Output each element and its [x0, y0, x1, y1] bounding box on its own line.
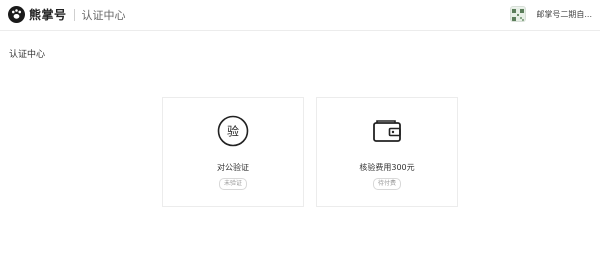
- header-divider: [73, 8, 75, 21]
- avatar[interactable]: [510, 6, 527, 22]
- card-label: 对公验证: [217, 163, 249, 172]
- page-title: 认证中心: [9, 50, 46, 60]
- user-name[interactable]: 邮掌号二期自...: [536, 9, 592, 20]
- status-badge: 未验证: [218, 178, 248, 190]
- paw-logo-icon: [8, 6, 25, 23]
- user-menu[interactable]: 邮掌号二期自...: [510, 6, 592, 22]
- card-verification-fee[interactable]: 核验费用300元 待付费: [316, 97, 458, 207]
- logo-text: 熊掌号: [29, 8, 67, 22]
- verify-seal-icon: 验: [217, 115, 249, 147]
- svg-text:验: 验: [227, 124, 239, 139]
- wallet-icon: [373, 120, 401, 142]
- header-section-title: 认证中心: [81, 8, 126, 22]
- top-bar: 熊掌号 认证中心 邮掌号二期自...: [0, 0, 600, 31]
- card-corporate-verification[interactable]: 验 对公验证 未验证: [162, 97, 304, 207]
- status-badge: 待付费: [372, 178, 402, 190]
- card-label: 核验费用300元: [359, 163, 415, 172]
- brand[interactable]: 熊掌号 认证中心: [8, 6, 126, 23]
- avatar-image-icon: [511, 8, 526, 21]
